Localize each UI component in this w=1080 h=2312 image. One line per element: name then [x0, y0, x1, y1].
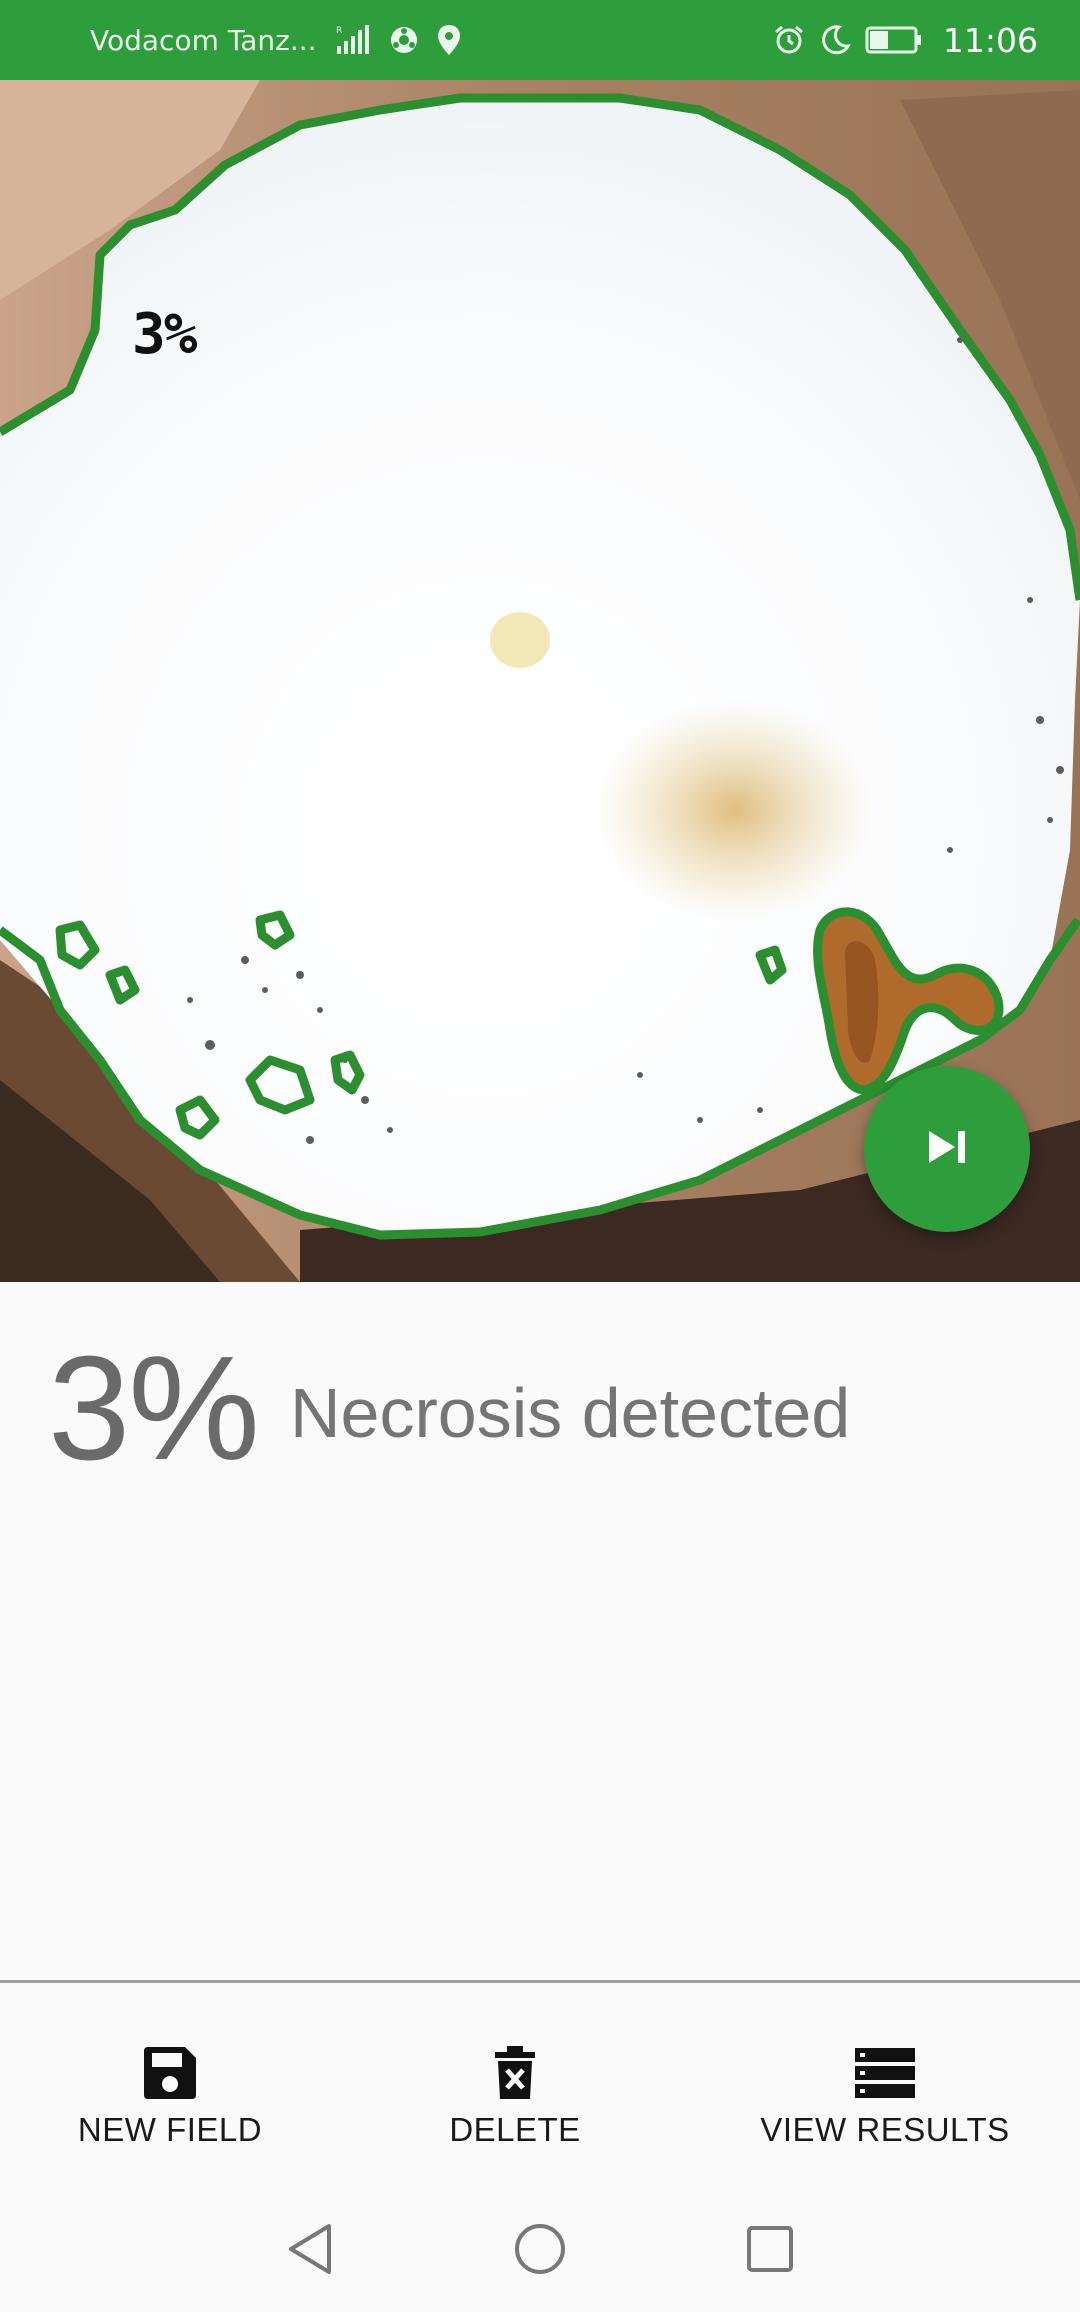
new-field-label: NEW FIELD	[77, 2111, 263, 2148]
alarm-icon	[773, 24, 805, 56]
data-icon	[389, 25, 419, 55]
bottom-action-bar: NEW FIELD DELETE VIEW RESULTS	[0, 1983, 1080, 2188]
clock: 11:06	[942, 20, 1038, 60]
signal-icon: R	[335, 24, 371, 56]
overlay-percent-label: 3%	[132, 302, 197, 367]
status-bar: Vodacom Tanz... R 11:06	[0, 0, 1080, 80]
stain-region	[595, 700, 875, 920]
back-icon	[285, 2222, 335, 2280]
location-icon	[437, 24, 461, 56]
status-left: Vodacom Tanz... R	[90, 0, 461, 80]
necrosis-percent: 3%	[48, 1326, 260, 1491]
delete-label: DELETE	[449, 2111, 581, 2148]
status-right: 11:06	[773, 0, 1038, 80]
system-navigation-bar	[0, 2188, 1080, 2312]
view-results-button[interactable]: VIEW RESULTS	[740, 1983, 1030, 2188]
delete-button[interactable]: DELETE	[400, 1983, 630, 2188]
home-icon	[513, 2222, 567, 2280]
delete-icon	[493, 2043, 537, 2103]
skip-next-icon	[923, 1127, 971, 1171]
save-icon	[141, 2043, 199, 2103]
new-field-button[interactable]: NEW FIELD	[50, 1983, 290, 2188]
carrier-name: Vodacom Tanz...	[90, 23, 317, 57]
stain-spot	[490, 612, 550, 668]
skip-next-button[interactable]	[864, 1066, 1030, 1232]
home-button[interactable]	[495, 2206, 585, 2296]
recents-button[interactable]	[725, 2206, 815, 2296]
list-icon	[854, 2043, 916, 2103]
view-results-label: VIEW RESULTS	[760, 2111, 1010, 2148]
back-button[interactable]	[265, 2206, 355, 2296]
svg-text:R: R	[336, 26, 342, 36]
necrosis-label: Necrosis detected	[290, 1374, 851, 1452]
recents-icon	[745, 2224, 795, 2278]
do-not-disturb-icon	[819, 24, 851, 56]
battery-icon	[865, 25, 923, 55]
